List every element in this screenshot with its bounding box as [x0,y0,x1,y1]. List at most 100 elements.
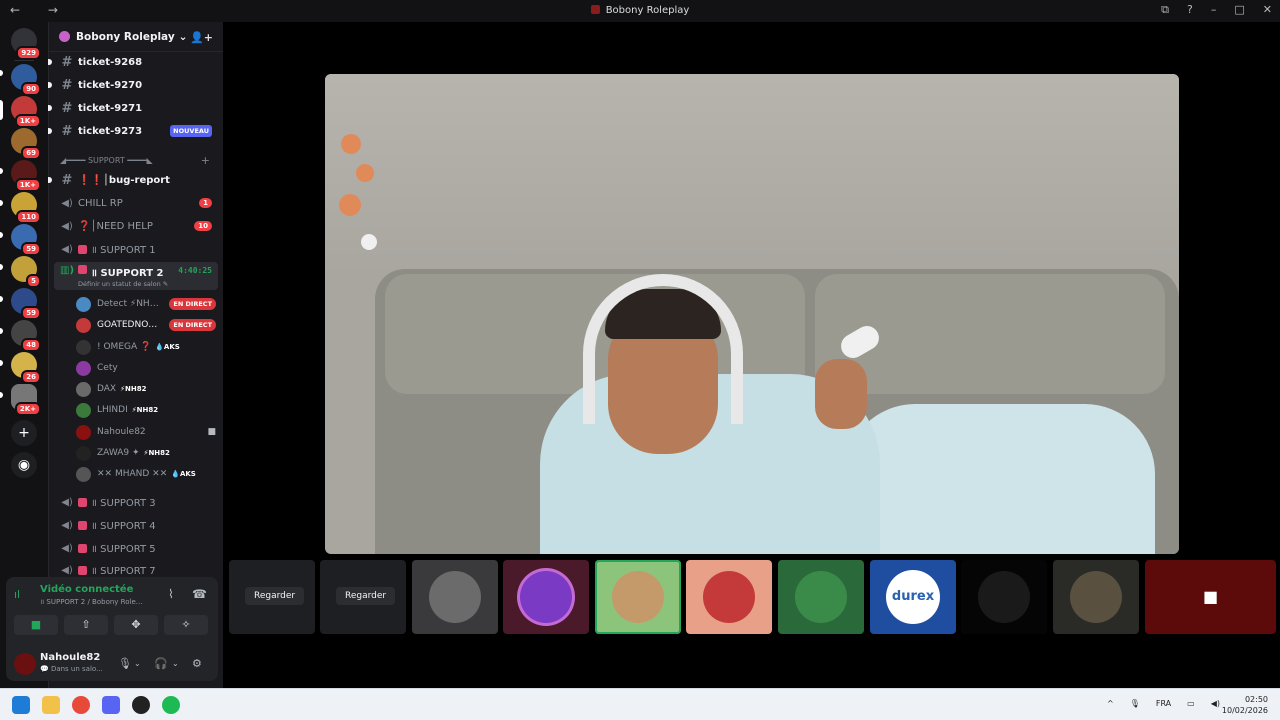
avatar [76,466,91,482]
language-indicator[interactable]: FRA [1156,699,1171,708]
participant-tile-speaking[interactable] [595,560,681,634]
unread-pill [0,392,3,398]
server-icon[interactable]: 69 [11,128,41,160]
watch-button[interactable]: Regarder [245,587,305,605]
voice-user[interactable]: DAX ⚡NH82 [76,379,216,399]
participant-tile[interactable] [778,560,864,634]
signal-icon[interactable]: ıl [14,588,20,601]
sos-icon [78,565,87,575]
maximize-button[interactable]: □ [1234,3,1244,17]
voice-status[interactable]: Vidéo connectée [40,584,133,595]
participant-tile[interactable] [412,560,498,634]
unread-pill [0,264,3,270]
network-icon[interactable]: ▭ [1187,699,1195,708]
stream-tile[interactable]: Regarder [320,560,406,634]
category-support[interactable]: ◢━━━━ SUPPORT ━━━━◣ + [60,154,210,167]
discover-icon[interactable]: ◉ [11,452,37,478]
activities-button[interactable]: ✥ [114,615,158,635]
stream-tile[interactable]: Regarder [229,560,315,634]
server-icon[interactable]: 1K+ [11,96,41,128]
voice-user[interactable]: ! OMEGA ❓ 💧AKS [76,337,216,357]
participant-tile[interactable] [503,560,589,634]
server-icon[interactable]: 48 [11,320,41,352]
avatar [76,445,91,461]
server-icon[interactable]: 1K+ [11,160,41,192]
participant-tile[interactable] [686,560,772,634]
voice-user[interactable]: Detect ⚡NH… EN DIRECT [76,294,216,314]
username[interactable]: Nahoule82 [40,652,100,663]
soundboard-button[interactable]: ✧ [164,615,208,635]
user-tag: 💧AKS [155,343,180,351]
avatar[interactable] [14,653,36,675]
server-folder[interactable]: 2K+ [11,384,41,416]
self-camera-tile[interactable]: ■ [1145,560,1276,634]
voice-user[interactable]: Cety [76,358,216,378]
voice-channel-path[interactable]: ॥ SUPPORT 2 / Bobony Role... [40,598,142,607]
focused-video-stream[interactable] [325,74,1179,554]
chevron-down-icon[interactable]: ⌄ [172,659,179,668]
voice-user-name: GOATEDNO… [97,320,158,330]
chrome-icon[interactable] [72,696,90,714]
participant-tile[interactable] [1053,560,1139,634]
server-icon[interactable]: 90 [11,64,41,96]
channel-ticket-9271[interactable]: # ticket-9271 [48,98,218,118]
add-server-button[interactable]: + [11,420,37,446]
channel-support-4[interactable]: ◀) ॥ SUPPORT 4 [54,515,218,535]
home-button[interactable]: 929 [11,28,41,60]
channel-status-text[interactable]: Définir un statut de salon ✎ [78,280,168,288]
participant-tile[interactable] [961,560,1047,634]
server-icon[interactable]: 59 [11,224,41,256]
channel-ticket-9270[interactable]: # ticket-9270 [48,75,218,95]
close-button[interactable]: ✕ [1263,3,1272,17]
spotify-icon[interactable] [162,696,180,714]
chevron-down-icon[interactable]: ⌄ [134,659,141,668]
channel-ticket-9273[interactable]: # ticket-9273 NOUVEAU [48,121,218,141]
camera-button[interactable]: ■ [14,615,58,635]
server-icon[interactable]: 59 [11,288,41,320]
participant-tile[interactable]: durex [870,560,956,634]
start-icon[interactable] [12,696,30,714]
channel-support-5[interactable]: ◀) ॥ SUPPORT 5 [54,538,218,558]
voice-user[interactable]: LHINDI ⚡NH82 [76,400,216,420]
channel-need-help[interactable]: ◀) ❓│NEED HELP 10 [54,216,218,236]
speaker-icon: ◀) [61,243,73,255]
voice-user[interactable]: Nahoule82 ■ [76,422,216,442]
guild-header[interactable]: Bobony Roleplay ⌄ 👤+ [49,22,223,52]
voice-active-icon: ▥) [60,265,75,276]
discord-icon[interactable] [102,696,120,714]
screenshare-button[interactable]: ⇧ [64,615,108,635]
obs-icon[interactable] [132,696,150,714]
server-icon[interactable]: 110 [11,192,41,224]
inbox-icon[interactable]: ⧉ [1161,3,1169,17]
channel-bug-report[interactable]: # ❗❗│bug-report [48,170,218,190]
server-icon[interactable]: 26 [11,352,41,384]
channel-chill-rp[interactable]: ◀) CHILL RP 1 [54,193,218,213]
notification-badge: 1K+ [14,114,41,128]
unread-pill [0,328,3,334]
settings-icon[interactable]: ⚙ [192,657,202,670]
channel-ticket-9268[interactable]: # ticket-9268 [48,52,218,72]
disconnect-icon[interactable]: ☎ [192,587,207,601]
channel-name: ॥ SUPPORT 2 [91,268,164,279]
minimize-button[interactable]: – [1211,3,1217,17]
channel-support-3[interactable]: ◀) ॥ SUPPORT 3 [54,492,218,512]
channel-support-1[interactable]: ◀) ॥ SUPPORT 1 [54,239,218,259]
voice-user[interactable]: GOATEDNO… EN DIRECT [76,315,216,335]
chevron-up-icon[interactable]: ^ [1107,699,1114,708]
invite-icon[interactable]: 👤+ [190,31,213,44]
watch-button[interactable]: Regarder [336,587,396,605]
channel-name: ticket-9270 [78,79,143,91]
clock[interactable]: 02:50 10/02/2026 [1222,694,1268,716]
help-icon[interactable]: ? [1187,3,1193,17]
notification-badge: 929 [16,46,41,60]
voice-user[interactable]: ✕✕ MHAND ✕✕ 💧AKS [76,464,216,484]
microphone-icon[interactable]: 🎙 [1130,699,1140,708]
noise-suppression-icon[interactable]: ⌇ [168,587,174,601]
microphone-icon[interactable]: 🎙 [118,657,132,670]
file-explorer-icon[interactable] [42,696,60,714]
headphones-icon[interactable]: 🎧 [154,657,168,670]
voice-user[interactable]: ZAWA9 ✦ ⚡NH82 [76,443,216,463]
add-channel-icon[interactable]: + [201,154,210,167]
volume-icon[interactable]: ◀) [1211,699,1220,708]
server-icon[interactable]: 5 [11,256,41,288]
